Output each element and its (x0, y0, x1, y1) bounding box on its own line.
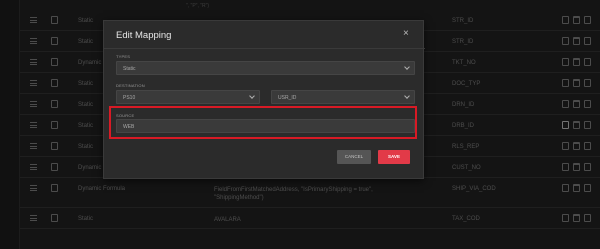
save-button[interactable]: SAVE (378, 150, 410, 164)
edit-mapping-modal: Edit Mapping × TYPES Static DESTINATION … (103, 20, 425, 179)
source-input[interactable]: WEB (116, 119, 415, 133)
chevron-down-icon (404, 93, 410, 99)
destination-field-value: USR_ID (278, 95, 297, 101)
types-label: TYPES (116, 54, 131, 59)
types-select[interactable]: Static (116, 61, 415, 75)
chevron-down-icon (404, 64, 410, 70)
destination-select[interactable]: PS10 (116, 90, 260, 104)
close-icon[interactable]: × (403, 28, 409, 39)
destination-select-value: PS10 (123, 95, 136, 101)
cancel-button[interactable]: CANCEL (337, 150, 371, 164)
chevron-down-icon (249, 93, 255, 99)
types-select-value: Static (123, 66, 136, 72)
source-input-value: WEB (123, 124, 135, 130)
source-label: SOURCE (116, 113, 135, 118)
modal-title: Edit Mapping (116, 30, 172, 41)
modal-divider (104, 48, 425, 49)
destination-field-select[interactable]: USR_ID (271, 90, 415, 104)
destination-label: DESTINATION (116, 83, 145, 88)
